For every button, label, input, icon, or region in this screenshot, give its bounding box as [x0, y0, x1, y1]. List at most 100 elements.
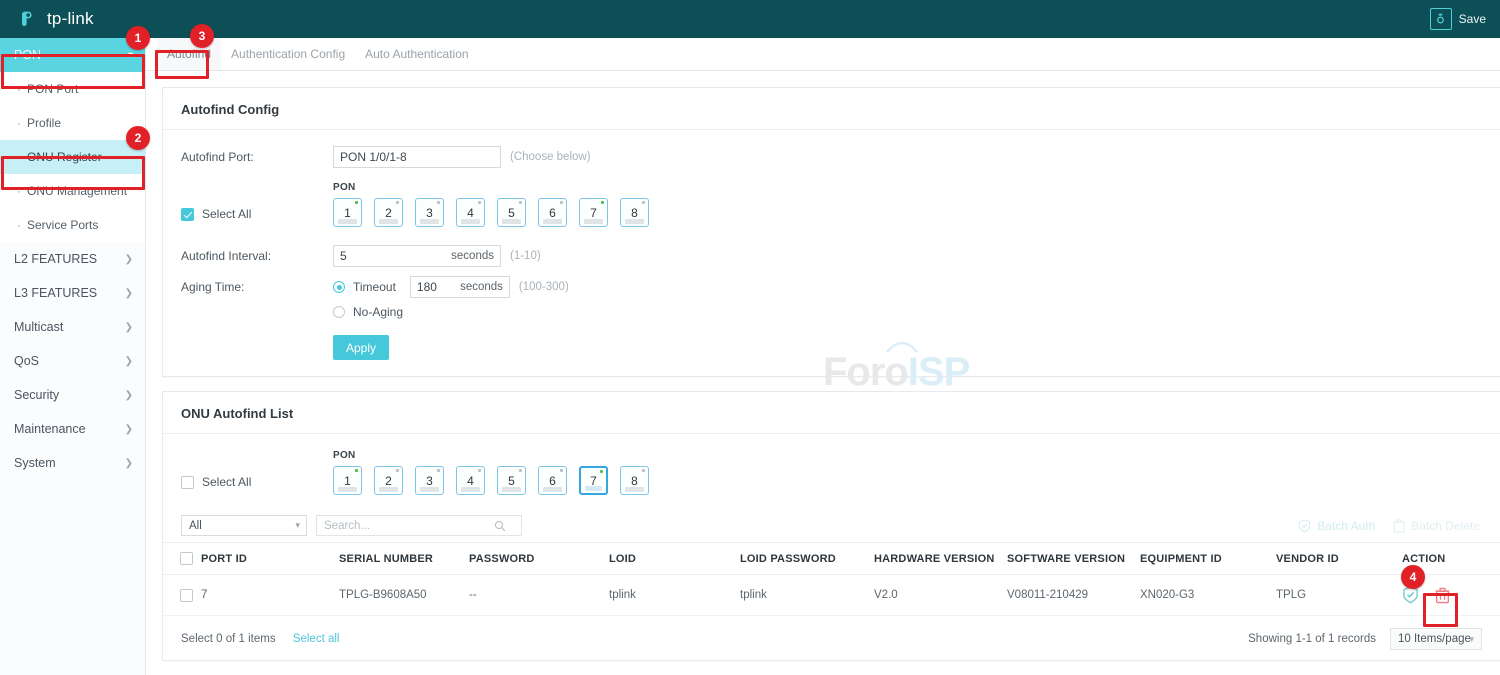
config-port-5[interactable]: 5	[497, 198, 526, 227]
search-input[interactable]	[324, 520, 494, 532]
row-vendor-id: TPLG	[1276, 575, 1402, 616]
table-select-all-checkbox[interactable]	[180, 552, 193, 565]
sidebar-group-multicast-label: Multicast	[14, 320, 63, 334]
autofind-port-input[interactable]	[333, 146, 501, 168]
port-led-icon	[355, 201, 358, 204]
search-box[interactable]	[316, 515, 522, 536]
sidebar-group-security[interactable]: Security ❯	[0, 378, 145, 412]
sidebar-group-maintenance-label: Maintenance	[14, 422, 86, 436]
sidebar-item-profile-label: Profile	[27, 116, 61, 130]
tab-autofind-label: Autofind	[167, 47, 211, 61]
sidebar-group-l2-features[interactable]: L2 FEATURES ❯	[0, 242, 145, 276]
sidebar-item-service-ports[interactable]: · Service Ports	[0, 208, 145, 242]
config-port-4[interactable]: 4	[456, 198, 485, 227]
config-port-2[interactable]: 2	[374, 198, 403, 227]
sidebar-group-multicast[interactable]: Multicast ❯	[0, 310, 145, 344]
page-size-select[interactable]: 10 Items/page ▾	[1390, 628, 1482, 650]
header-loid-password: LOID PASSWORD	[740, 543, 874, 575]
config-port-picker: PON 1 2 3 4 5 6 7 8	[333, 182, 649, 227]
select-all-config-label: Select All	[202, 207, 251, 221]
sidebar-group-l2-features-label: L2 FEATURES	[14, 252, 97, 266]
header-software-version: SOFTWARE VERSION	[1007, 543, 1140, 575]
tab-bar: Autofind Authentication Config Auto Auth…	[146, 38, 1500, 71]
list-port-1[interactable]: 1	[333, 466, 362, 495]
config-port-8-label: 8	[631, 206, 638, 220]
autofind-port-picker-row: Select All PON 1 2 3 4 5 6 7 8	[181, 182, 1482, 227]
row-auth-action-icon[interactable]	[1402, 586, 1419, 604]
no-aging-radio[interactable]	[333, 306, 345, 318]
select-all-config-checkbox[interactable]	[181, 208, 194, 221]
tab-authentication-config[interactable]: Authentication Config	[221, 38, 355, 70]
sidebar-group-qos[interactable]: QoS ❯	[0, 344, 145, 378]
save-button[interactable]: Save	[1430, 8, 1486, 30]
row-password: --	[469, 575, 609, 616]
config-port-5-label: 5	[508, 206, 515, 220]
sidebar-nav: PON ▾ · PON Port · Profile · ONU Registe…	[0, 38, 146, 675]
aging-timeout-input[interactable]	[410, 276, 510, 298]
tab-autofind[interactable]: Autofind	[157, 38, 221, 70]
select-all-list[interactable]: Select All	[181, 475, 333, 495]
row-select-cell	[163, 575, 201, 616]
list-port-4[interactable]: 4	[456, 466, 485, 495]
port-base-icon	[461, 487, 480, 492]
row-serial-number: TPLG-B9608A50	[339, 575, 469, 616]
select-all-list-checkbox[interactable]	[181, 476, 194, 489]
list-port-2[interactable]: 2	[374, 466, 403, 495]
row-loid: tplink	[609, 575, 740, 616]
apply-button[interactable]: Apply	[333, 335, 389, 360]
footer-select-all-link[interactable]: Select all	[293, 633, 340, 645]
aging-timeout-radio[interactable]	[333, 281, 345, 293]
config-port-8[interactable]: 8	[620, 198, 649, 227]
autofind-interval-hint: (1-10)	[510, 250, 541, 262]
select-all-config[interactable]: Select All	[181, 207, 333, 227]
config-port-1[interactable]: 1	[333, 198, 362, 227]
list-ports-group-label: PON	[333, 450, 649, 461]
config-port-7[interactable]: 7	[579, 198, 608, 227]
config-port-6-label: 6	[549, 206, 556, 220]
list-port-5[interactable]: 5	[497, 466, 526, 495]
sidebar-item-profile[interactable]: · Profile	[0, 106, 145, 140]
no-aging-label: No-Aging	[353, 305, 403, 319]
row-select-checkbox[interactable]	[180, 589, 193, 602]
config-port-6[interactable]: 6	[538, 198, 567, 227]
chevron-down-icon: ▾	[295, 520, 300, 531]
search-icon[interactable]	[494, 520, 506, 532]
sidebar-group-pon[interactable]: PON ▾	[0, 38, 145, 72]
row-equipment-id: XN020-G3	[1140, 575, 1276, 616]
port-led-icon	[560, 469, 563, 472]
batch-auth-button[interactable]: Batch Auth	[1298, 519, 1375, 533]
header-serial-number: SERIAL NUMBER	[339, 543, 469, 575]
row-software-version: V08011-210429	[1007, 575, 1140, 616]
port-base-icon	[584, 219, 603, 224]
tab-auto-authentication[interactable]: Auto Authentication	[355, 38, 478, 70]
header-hardware-version: HARDWARE VERSION	[874, 543, 1007, 575]
sidebar-item-pon-port[interactable]: · PON Port	[0, 72, 145, 106]
list-port-7[interactable]: 7	[579, 466, 608, 495]
batch-delete-button[interactable]: Batch Delete	[1393, 519, 1480, 533]
config-port-3[interactable]: 3	[415, 198, 444, 227]
table-row[interactable]: 7 TPLG-B9608A50 -- tplink tplink V2.0 V0…	[163, 575, 1500, 616]
sidebar-group-maintenance[interactable]: Maintenance ❯	[0, 412, 145, 446]
sidebar-item-onu-management[interactable]: · ONU Management	[0, 174, 145, 208]
autofind-interval-input[interactable]	[333, 245, 501, 267]
sidebar-item-onu-management-label: ONU Management	[27, 184, 127, 198]
sidebar-group-system[interactable]: System ❯	[0, 446, 145, 480]
footer-select-count: Select 0 of 1 items	[181, 633, 276, 645]
sidebar-item-onu-register[interactable]: · ONU Register	[0, 140, 145, 174]
aging-time-label: Aging Time:	[181, 280, 333, 294]
port-led-icon	[437, 201, 440, 204]
chevron-down-icon: ▾	[128, 50, 133, 61]
list-port-6[interactable]: 6	[538, 466, 567, 495]
row-delete-action-icon[interactable]	[1435, 587, 1450, 604]
autofind-port-hint: (Choose below)	[510, 151, 591, 163]
apply-row: Apply	[181, 333, 1482, 360]
list-port-8[interactable]: 8	[620, 466, 649, 495]
port-base-icon	[543, 219, 562, 224]
list-port-3[interactable]: 3	[415, 466, 444, 495]
bullet-icon: ·	[17, 117, 21, 129]
sidebar-group-pon-label: PON	[14, 48, 41, 62]
bullet-icon: ·	[17, 185, 21, 197]
list-port-8-label: 8	[631, 474, 638, 488]
sidebar-group-l3-features[interactable]: L3 FEATURES ❯	[0, 276, 145, 310]
filter-select[interactable]: All ▾	[181, 515, 307, 536]
